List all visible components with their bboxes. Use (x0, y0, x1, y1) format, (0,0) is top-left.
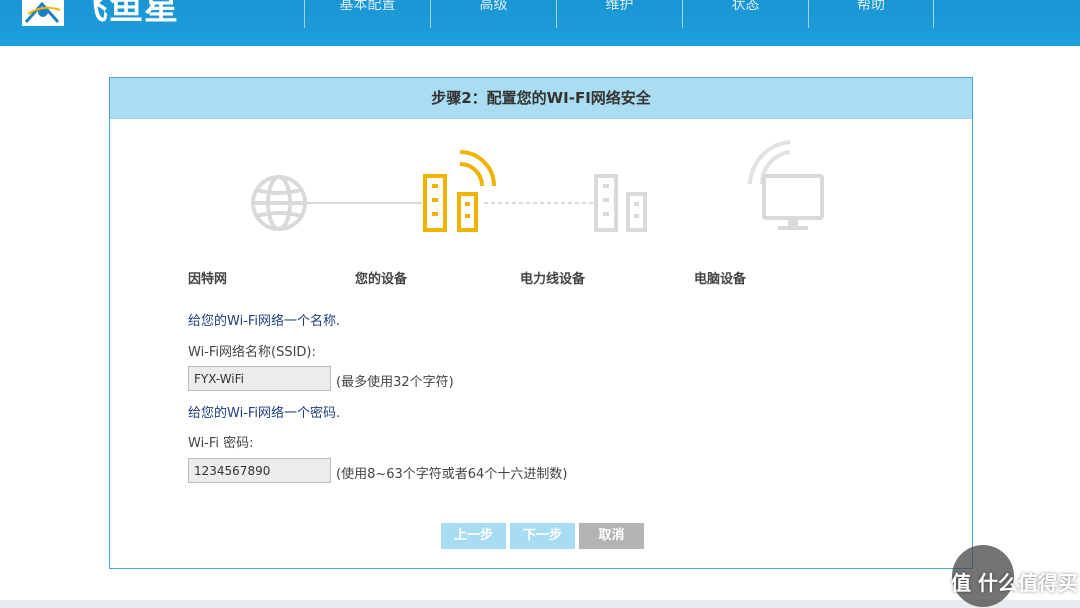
nav-help[interactable]: 帮助 (808, 0, 934, 28)
cancel-button[interactable]: 取消 (579, 523, 644, 549)
password-input[interactable] (188, 458, 331, 483)
logo-text: 飞鱼星 (74, 0, 179, 28)
step-label-internet: 因特网 (188, 272, 228, 287)
password-hint: (使用8~63个字符或者64个十六进制数) (336, 467, 568, 482)
logo-icon (22, 0, 64, 26)
next-button[interactable]: 下一步 (510, 523, 575, 549)
watermark-text: 值 什么值得买 (951, 571, 1078, 595)
password-label: Wi-Fi 密码: (188, 436, 254, 451)
powerline-icon (594, 174, 647, 232)
step-label-your-device: 您的设备 (355, 272, 408, 287)
router-active-icon (423, 150, 496, 232)
step-label-computer: 电脑设备 (694, 272, 747, 287)
ssid-label: Wi-Fi网络名称(SSID): (188, 345, 316, 360)
ssid-input[interactable] (188, 366, 331, 391)
password-instruction: 给您的Wi-Fi网络一个密码. (188, 406, 341, 421)
nav-maintenance[interactable]: 维护 (556, 0, 682, 28)
ssid-hint: (最多使用32个字符) (336, 375, 454, 390)
wizard-title: 步骤2：配置您的WI-FI网络安全 (110, 78, 972, 119)
top-header: 飞鱼星 基本配置 高级 维护 状态 帮助 (0, 0, 1080, 46)
nav-status[interactable]: 状态 (682, 0, 808, 28)
connection-diagram (251, 140, 824, 232)
nav-advanced[interactable]: 高级 (430, 0, 556, 28)
prev-button[interactable]: 上一步 (441, 523, 506, 549)
step-label-powerline: 电力线设备 (520, 272, 586, 287)
nav-basic-config[interactable]: 基本配置 (304, 0, 430, 28)
main-nav: 基本配置 高级 维护 状态 帮助 (304, 0, 934, 28)
ssid-instruction: 给您的Wi-Fi网络一个名称. (188, 314, 341, 329)
computer-icon (748, 140, 824, 230)
globe-icon (251, 175, 307, 231)
wizard-panel: 步骤2：配置您的WI-FI网络安全 因特网 您的设备 电力线设备 电脑设备 给您… (109, 77, 973, 569)
page-bottom-edge (0, 600, 1080, 608)
